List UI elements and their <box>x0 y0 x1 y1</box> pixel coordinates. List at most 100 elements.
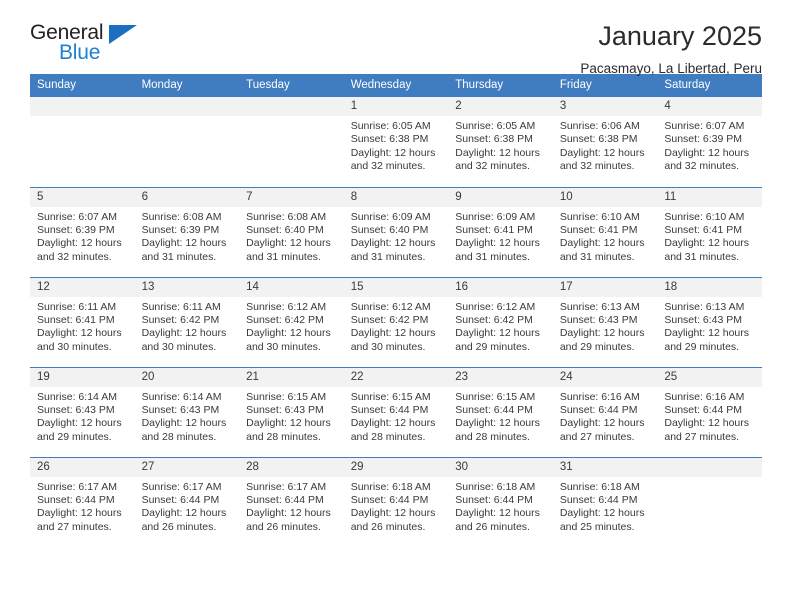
daylight-text-line1: Daylight: 12 hours <box>141 327 227 340</box>
day-number: 9 <box>448 187 553 207</box>
day-sun-info: Sunrise: 6:16 AM Sunset: 6:44 PM Daylight:… <box>553 387 658 445</box>
day-sun-info: Sunrise: 6:15 AM Sunset: 6:44 PM Daylight:… <box>448 387 553 445</box>
page-header: General Blue January 2025 Pacasmayo, La … <box>30 0 762 76</box>
sunrise-text: Sunrise: 6:11 AM <box>141 300 221 313</box>
sunrise-text: Sunrise: 6:10 AM <box>664 210 745 223</box>
daylight-text-line2: and 31 minutes. <box>350 250 426 263</box>
daylight-text-line1: Daylight: 12 hours <box>37 417 122 430</box>
day-sun-info: Sunrise: 6:15 AM Sunset: 6:44 PM Daylight:… <box>344 387 449 445</box>
day-number: 15 <box>343 277 449 297</box>
sunset-text: Sunset: 6:38 PM <box>455 133 533 146</box>
day-sun-info: Sunrise: 6:07 AM Sunset: 6:39 PM Daylight:… <box>30 207 135 265</box>
calendar-day-cell[interactable]: 30 Sunrise: 6:18 AM Sunset: 6:44 PM Dayligh… <box>448 456 553 547</box>
sunrise-text: Sunrise: 6:17 AM <box>141 480 222 493</box>
calendar-cell-empty <box>657 456 762 547</box>
daylight-text-line2: and 29 minutes. <box>559 340 635 353</box>
sunset-text: Sunset: 6:44 PM <box>455 493 533 506</box>
day-sun-info: Sunrise: 6:13 AM Sunset: 6:43 PM Daylight:… <box>657 297 762 355</box>
calendar-day-cell[interactable]: 18 Sunrise: 6:13 AM Sunset: 6:43 PM Dayligh… <box>657 276 762 367</box>
calendar-day-cell[interactable]: 31 Sunrise: 6:18 AM Sunset: 6:44 PM Dayligh… <box>552 456 658 547</box>
day-number: 28 <box>239 457 344 477</box>
calendar-page: General Blue January 2025 Pacasmayo, La … <box>0 0 792 612</box>
daylight-text-line1: Daylight: 12 hours <box>350 146 436 159</box>
daylight-text-line2: and 30 minutes. <box>350 340 426 353</box>
daylight-text-line2: and 32 minutes. <box>37 250 112 263</box>
calendar-day-cell[interactable]: 24 Sunrise: 6:16 AM Sunset: 6:44 PM Dayligh… <box>552 366 658 457</box>
calendar-cell-empty <box>134 97 240 187</box>
calendar-day-cell[interactable]: 27 Sunrise: 6:17 AM Sunset: 6:44 PM Dayligh… <box>134 456 240 547</box>
calendar-day-cell[interactable]: 26 Sunrise: 6:17 AM Sunset: 6:44 PM Dayligh… <box>30 456 135 547</box>
calendar-day-cell[interactable]: 12 Sunrise: 6:11 AM Sunset: 6:41 PM Dayligh… <box>30 276 135 367</box>
calendar-day-cell[interactable]: 3 Sunrise: 6:06 AM Sunset: 6:38 PM Daylight… <box>552 97 658 187</box>
page-subtitle: Pacasmayo, La Libertad, Peru <box>580 60 762 76</box>
day-sun-info: Sunrise: 6:14 AM Sunset: 6:43 PM Daylight:… <box>30 387 135 445</box>
sunrise-text: Sunrise: 6:18 AM <box>350 480 431 493</box>
daylight-text-line2: and 32 minutes. <box>350 160 426 173</box>
sunrise-text: Sunrise: 6:07 AM <box>664 120 745 132</box>
calendar-day-cell[interactable]: 16 Sunrise: 6:12 AM Sunset: 6:42 PM Dayligh… <box>448 276 553 367</box>
calendar-day-cell[interactable]: 4 Sunrise: 6:07 AM Sunset: 6:39 PM Daylight… <box>657 97 762 187</box>
general-blue-logo[interactable]: General Blue <box>30 22 150 70</box>
daylight-text-line2: and 32 minutes. <box>455 160 530 173</box>
day-sun-info: Sunrise: 6:11 AM Sunset: 6:42 PM Daylight:… <box>135 297 240 355</box>
sunset-text: Sunset: 6:41 PM <box>455 223 533 236</box>
daylight-text-line1: Daylight: 12 hours <box>141 237 227 250</box>
calendar-day-cell[interactable]: 2 Sunrise: 6:05 AM Sunset: 6:38 PM Daylight… <box>448 97 553 187</box>
weekday-header-tuesday: Tuesday <box>239 74 344 97</box>
calendar-week-row: 12 Sunrise: 6:11 AM Sunset: 6:41 PM Dayligh… <box>30 276 762 367</box>
calendar-week-row: 19 Sunrise: 6:14 AM Sunset: 6:43 PM Dayligh… <box>30 366 762 457</box>
calendar-day-cell[interactable]: 10 Sunrise: 6:10 AM Sunset: 6:41 PM Dayligh… <box>552 186 658 277</box>
sunset-text: Sunset: 6:43 PM <box>559 313 638 326</box>
day-sun-info: Sunrise: 6:12 AM Sunset: 6:42 PM Daylight:… <box>448 297 553 355</box>
calendar-day-cell[interactable]: 11 Sunrise: 6:10 AM Sunset: 6:41 PM Dayligh… <box>657 186 762 277</box>
logo-text-blue: Blue <box>59 41 101 64</box>
sunrise-text: Sunrise: 6:13 AM <box>664 300 745 313</box>
sunrise-text: Sunrise: 6:09 AM <box>455 210 536 223</box>
sunset-text: Sunset: 6:44 PM <box>455 403 533 416</box>
daylight-text-line1: Daylight: 12 hours <box>455 237 540 250</box>
weekday-header-wednesday: Wednesday <box>343 74 449 97</box>
calendar-day-cell[interactable]: 19 Sunrise: 6:14 AM Sunset: 6:43 PM Dayligh… <box>30 366 135 457</box>
calendar-day-cell[interactable]: 5 Sunrise: 6:07 AM Sunset: 6:39 PM Daylight… <box>30 186 135 277</box>
sunrise-text: Sunrise: 6:15 AM <box>455 390 536 403</box>
calendar-day-cell[interactable]: 8 Sunrise: 6:09 AM Sunset: 6:40 PM Daylight… <box>343 186 449 277</box>
daylight-text-line1: Daylight: 12 hours <box>559 146 645 159</box>
daylight-text-line1: Daylight: 12 hours <box>246 327 331 340</box>
daylight-text-line2: and 27 minutes. <box>559 430 635 443</box>
daylight-text-line2: and 29 minutes. <box>664 340 740 353</box>
calendar-day-cell[interactable]: 21 Sunrise: 6:15 AM Sunset: 6:43 PM Dayligh… <box>239 366 344 457</box>
sunset-text: Sunset: 6:44 PM <box>559 493 638 506</box>
daylight-text-line2: and 31 minutes. <box>141 250 217 263</box>
calendar-header-row: Sunday Monday Tuesday Wednesday Thursday… <box>30 74 762 97</box>
calendar-day-cell[interactable]: 29 Sunrise: 6:18 AM Sunset: 6:44 PM Dayligh… <box>343 456 449 547</box>
sunrise-text: Sunrise: 6:08 AM <box>246 210 327 223</box>
page-title: January 2025 <box>598 21 762 51</box>
calendar-day-cell[interactable]: 1 Sunrise: 6:05 AM Sunset: 6:38 PM Daylight… <box>343 97 449 187</box>
calendar-day-cell[interactable]: 23 Sunrise: 6:15 AM Sunset: 6:44 PM Dayligh… <box>448 366 553 457</box>
sunrise-text: Sunrise: 6:07 AM <box>37 210 117 223</box>
daylight-text-line1: Daylight: 12 hours <box>246 417 331 430</box>
calendar-day-cell[interactable]: 22 Sunrise: 6:15 AM Sunset: 6:44 PM Dayligh… <box>343 366 449 457</box>
daylight-text-line2: and 27 minutes. <box>664 430 740 443</box>
calendar-day-cell[interactable]: 13 Sunrise: 6:11 AM Sunset: 6:42 PM Dayligh… <box>134 276 240 367</box>
calendar-day-cell[interactable]: 14 Sunrise: 6:12 AM Sunset: 6:42 PM Dayligh… <box>239 276 344 367</box>
calendar-day-cell[interactable]: 28 Sunrise: 6:17 AM Sunset: 6:44 PM Dayligh… <box>239 456 344 547</box>
day-number: 31 <box>552 457 658 477</box>
calendar-day-cell[interactable]: 6 Sunrise: 6:08 AM Sunset: 6:39 PM Daylight… <box>134 186 240 277</box>
daylight-text-line2: and 30 minutes. <box>37 340 112 353</box>
day-sun-info: Sunrise: 6:17 AM Sunset: 6:44 PM Daylight:… <box>239 477 344 535</box>
calendar-day-cell[interactable]: 15 Sunrise: 6:12 AM Sunset: 6:42 PM Dayligh… <box>343 276 449 367</box>
calendar-day-cell[interactable]: 7 Sunrise: 6:08 AM Sunset: 6:40 PM Daylight… <box>239 186 344 277</box>
daylight-text-line1: Daylight: 12 hours <box>559 327 645 340</box>
daylight-text-line1: Daylight: 12 hours <box>37 327 122 340</box>
calendar-day-cell[interactable]: 20 Sunrise: 6:14 AM Sunset: 6:43 PM Dayligh… <box>134 366 240 457</box>
weekday-header-monday: Monday <box>134 74 240 97</box>
sunset-text: Sunset: 6:43 PM <box>664 313 743 326</box>
calendar-day-cell[interactable]: 17 Sunrise: 6:13 AM Sunset: 6:43 PM Dayligh… <box>552 276 658 367</box>
calendar-day-cell[interactable]: 25 Sunrise: 6:16 AM Sunset: 6:44 PM Dayligh… <box>657 366 762 457</box>
day-sun-info: Sunrise: 6:18 AM Sunset: 6:44 PM Daylight:… <box>344 477 449 535</box>
day-sun-info: Sunrise: 6:17 AM Sunset: 6:44 PM Daylight:… <box>135 477 240 535</box>
day-sun-info: Sunrise: 6:18 AM Sunset: 6:44 PM Daylight:… <box>448 477 553 535</box>
day-number: 3 <box>552 97 658 116</box>
calendar-day-cell[interactable]: 9 Sunrise: 6:09 AM Sunset: 6:41 PM Daylight… <box>448 186 553 277</box>
